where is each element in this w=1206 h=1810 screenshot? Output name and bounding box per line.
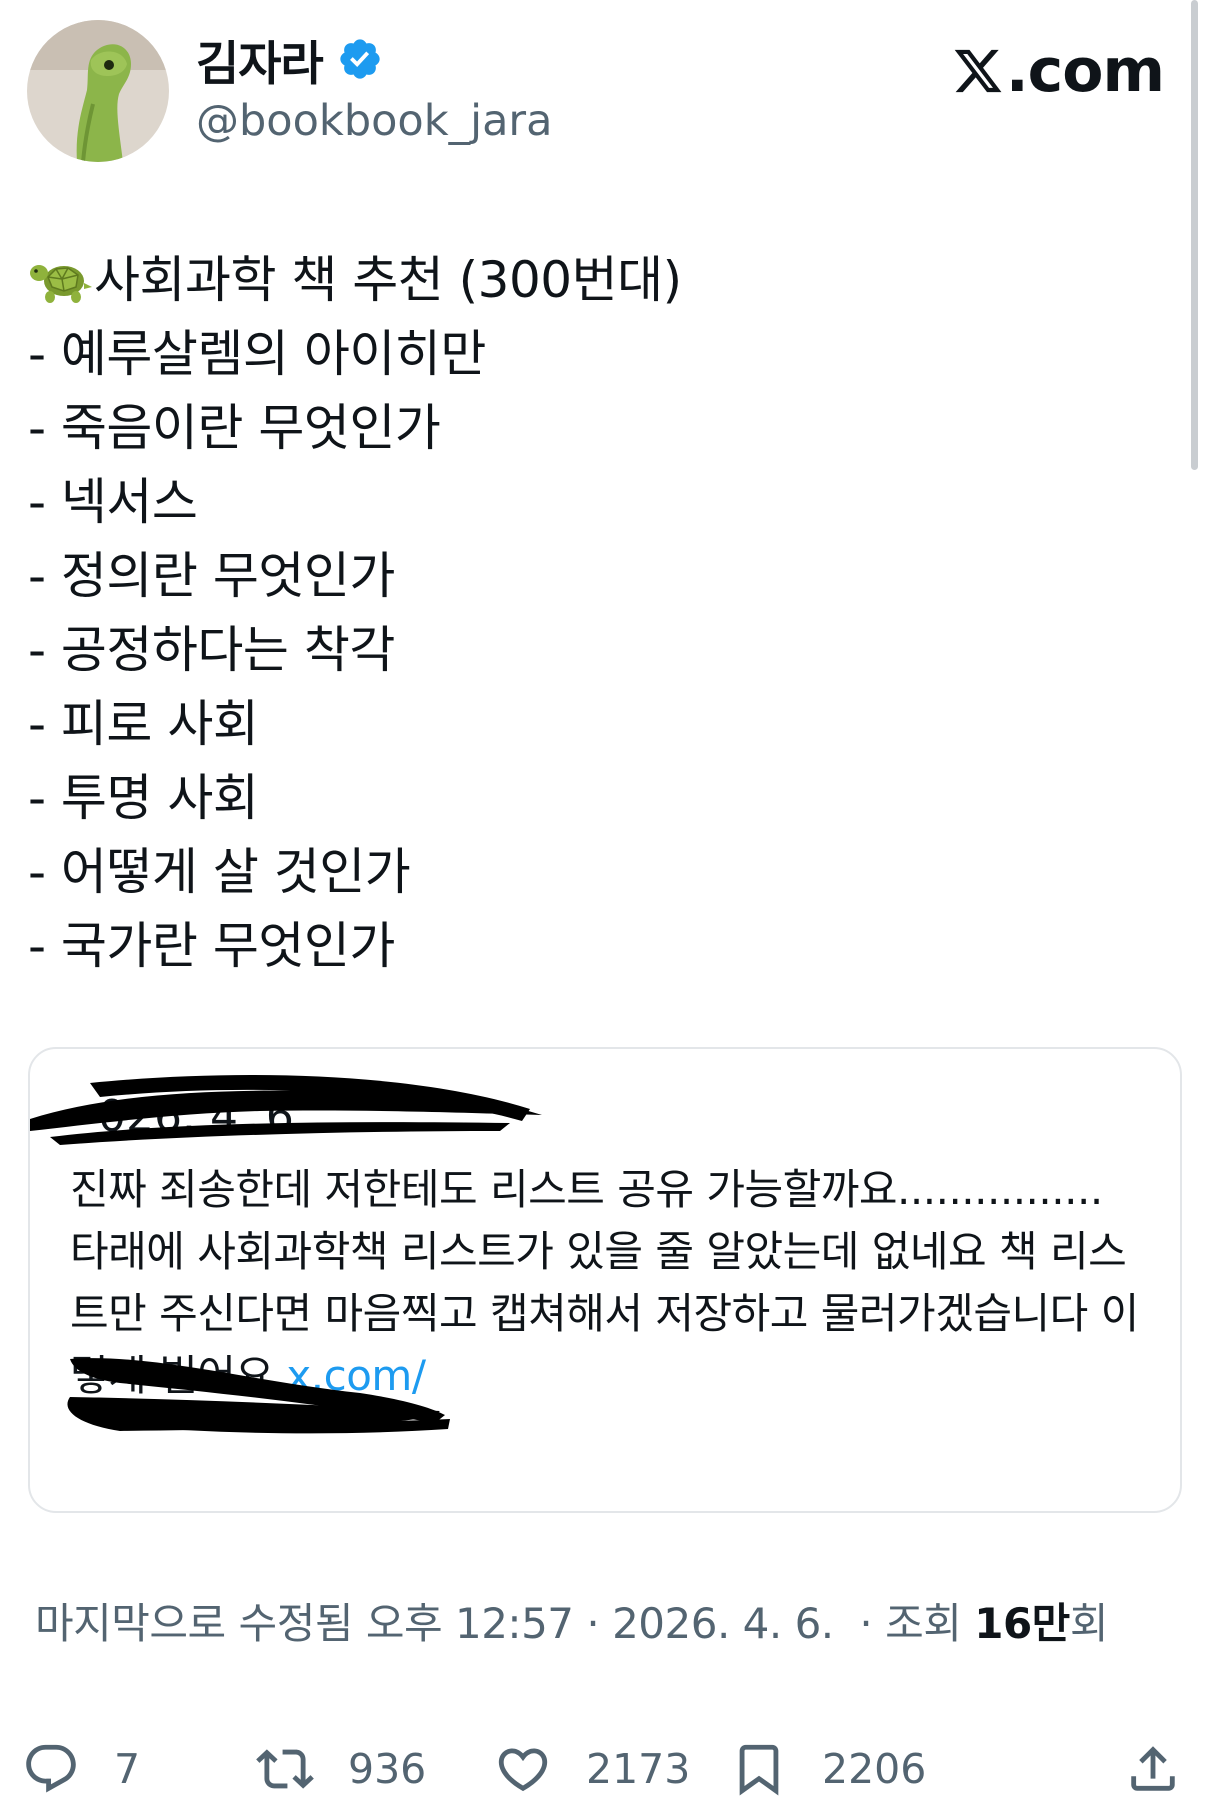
post-heading-text: 사회과학 책 추천 (300번대) [94,251,682,309]
heart-icon [498,1748,548,1792]
quoted-post[interactable]: 2026. 4. 6. 진짜 죄송한데 저한테도 리스트 공유 가능할까요...… [28,1047,1182,1513]
post-item: - 투명 사회 [28,769,259,827]
quoted-post-date: 2026. 4. 6. [98,1091,308,1142]
reply-count: 7 [114,1745,141,1793]
reply-icon [26,1744,76,1793]
post-item: - 예루살렘의 아이히만 [28,325,486,383]
author-handle[interactable]: @bookbook_jara [196,96,552,146]
bookmark-icon [739,1744,779,1796]
post-date[interactable]: 2026. 4. 6. [612,1599,834,1648]
avatar[interactable] [27,20,169,162]
post-item: - 정의란 무엇인가 [28,547,395,605]
repost-count: 936 [348,1745,427,1793]
post-item: - 넥서스 [28,473,198,531]
like-button[interactable]: 2173 [494,1740,690,1798]
views-prefix: 조회 [885,1599,962,1648]
views-suffix: 회 [1069,1599,1109,1648]
scrollbar[interactable] [1191,0,1198,470]
quoted-post-link[interactable]: x.com/ [286,1351,426,1400]
logo-text: .com [1005,36,1165,106]
quoted-post-body: 진짜 죄송한데 저한테도 리스트 공유 가능할까요...............… [70,1165,1139,1400]
post-metadata: 마지막으로 수정됨 오후 12:57 · 2026. 4. 6. · 조회 16… [35,1599,1109,1648]
bookmark-button[interactable]: 2206 [730,1740,926,1798]
post-heading: 사회과학 책 추천 (300번대) [28,243,682,317]
reply-button[interactable]: 7 [22,1740,140,1798]
repost-icon [256,1749,314,1789]
action-bar: 7 936 2173 2206 [0,1740,1206,1810]
edited-label: 마지막으로 수정됨 [35,1599,353,1648]
post-item: - 국가란 무엇인가 [28,917,395,975]
x-logo-icon [954,49,1002,93]
share-button[interactable] [1124,1740,1182,1798]
like-count: 2173 [586,1745,691,1793]
post-item: - 죽음이란 무엇인가 [28,399,441,457]
repost-button[interactable]: 936 [256,1740,426,1798]
post-item: - 공정하다는 착각 [28,621,395,679]
green-plush-toy-avatar [27,20,169,162]
display-name[interactable]: 김자라 [196,25,324,94]
post-item: - 어떻게 살 것인가 [28,843,411,901]
author-name-row: 김자라 [196,24,383,94]
x-com-logo: .com [952,36,1165,106]
bookmark-count: 2206 [822,1745,927,1793]
quoted-post-text: 진짜 죄송한데 저한테도 리스트 공유 가능할까요...............… [70,1159,1140,1469]
post-item: - 피로 사회 [28,695,259,753]
turtle-emoji-icon [30,265,92,303]
verified-badge-icon [337,36,383,82]
views-count: 16만 [974,1599,1070,1648]
post-body: 사회과학 책 추천 (300번대) - 예루살렘의 아이히만 - 죽음이란 무엇… [28,243,682,983]
post-time[interactable]: 오후 12:57 [366,1599,574,1648]
quoted-post-link-hidden[interactable] [70,1407,1140,1469]
share-icon [1131,1746,1175,1791]
